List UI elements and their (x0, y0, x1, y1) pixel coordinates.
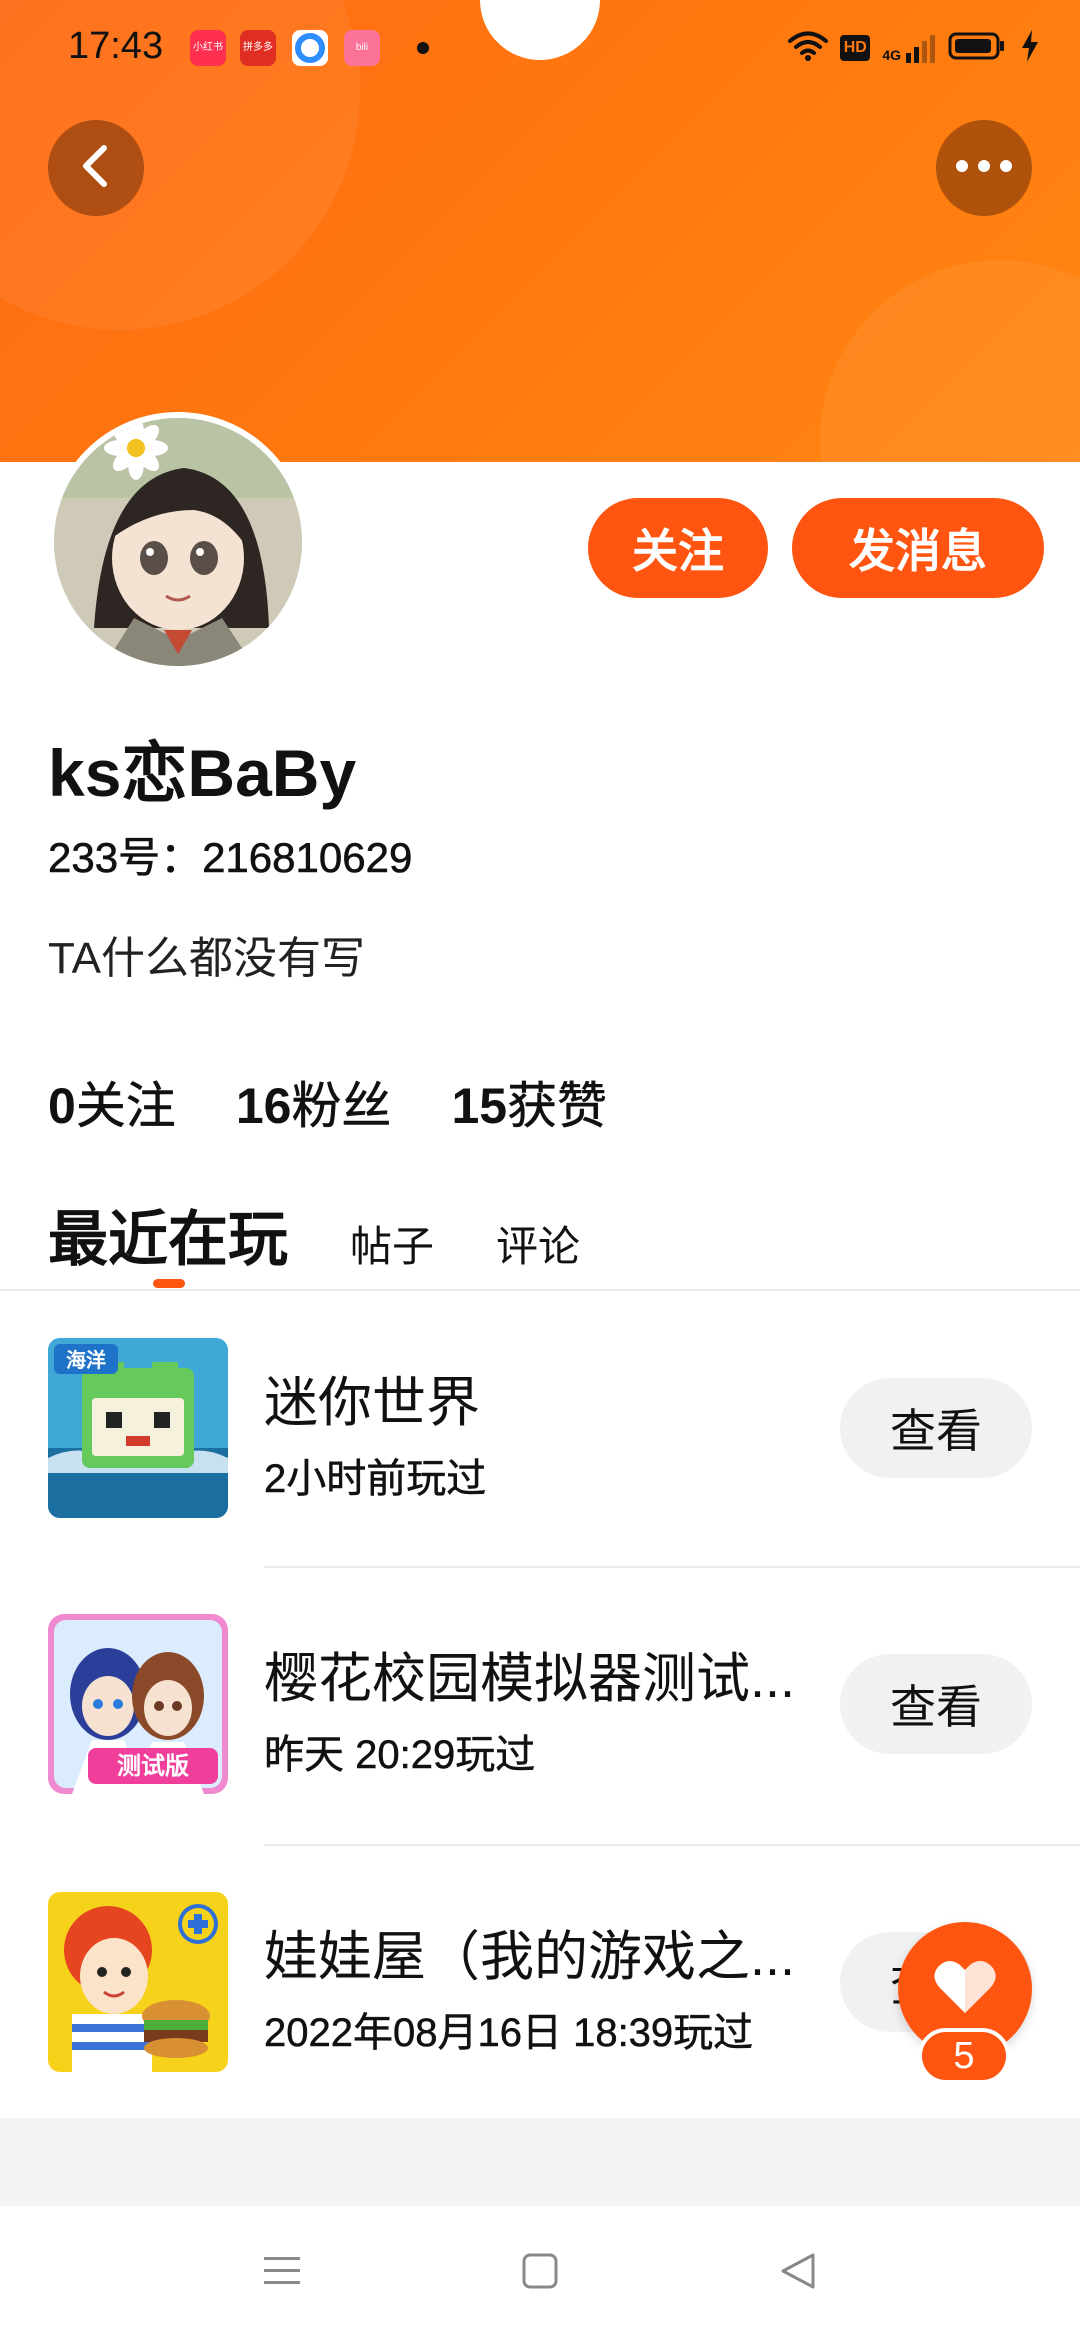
back-button[interactable] (48, 120, 144, 216)
avatar[interactable] (48, 412, 308, 672)
likes-stat[interactable]: 15获赞 (451, 1066, 607, 1138)
tab-recently-played[interactable]: 最近在玩 (48, 1191, 288, 1278)
charging-icon (1020, 29, 1040, 67)
status-indicators: HD 4G (788, 26, 1040, 70)
mini-world-game-icon: 海洋 (48, 1338, 228, 1518)
xiaohongshu-icon: 小红书 (190, 30, 226, 66)
divider (0, 1289, 1080, 1291)
chevron-left-icon (76, 142, 116, 195)
divider (264, 1844, 1080, 1846)
back-nav-button[interactable] (748, 2206, 848, 2340)
pinduoduo-icon: 拼多多 (240, 30, 276, 66)
following-label: 关注 (75, 1078, 177, 1135)
status-time: 17:43 (68, 25, 164, 67)
sakura-school-game-icon: 测试版 (48, 1614, 228, 1794)
bilibili-icon: bili (344, 30, 380, 66)
game-name: 娃娃屋（我的游戏之... (264, 1927, 796, 1987)
game-played-time: 2022年08月16日 18:39玩过 (264, 2011, 754, 2056)
username: ks恋BaBy (48, 736, 357, 810)
recent-apps-button[interactable] (232, 2206, 332, 2340)
view-game-button[interactable]: 查看 (840, 1378, 1032, 1478)
user-id[interactable]: 233号：216810629 (48, 824, 413, 885)
notification-dot (417, 42, 429, 54)
bio: TA什么都没有写 (48, 934, 365, 983)
follow-button[interactable]: 关注 (588, 498, 768, 598)
game-list-item[interactable]: 测试版 樱花校园模拟器测试... 昨天 20:29玩过 查看 (0, 1614, 1080, 1890)
battery-icon (948, 31, 1008, 66)
triangle-back-icon (779, 2251, 817, 2296)
hd-voice-icon: HD (840, 35, 871, 61)
tab-posts[interactable]: 帖子 (350, 1213, 434, 1278)
menu-icon (262, 2253, 302, 2294)
divider (264, 1566, 1080, 1568)
heart-icon (932, 1957, 998, 2022)
header-decoration (820, 260, 1080, 462)
game-list-item[interactable]: 海洋 迷你世界 2小时前玩过 查看 (0, 1338, 1080, 1614)
tab-comments[interactable]: 评论 (496, 1213, 580, 1278)
game-name: 樱花校园模拟器测试... (264, 1649, 796, 1709)
like-count-badge: 5 (918, 2028, 1010, 2084)
followers-label: 粉丝 (291, 1078, 392, 1135)
following-stat[interactable]: 0关注 (48, 1066, 176, 1138)
home-button[interactable] (490, 2206, 590, 2340)
more-games-section (0, 2118, 1080, 2206)
svg-text:测试版: 测试版 (117, 1753, 189, 1780)
browser-icon (292, 30, 328, 66)
followers-count: 16 (235, 1078, 292, 1134)
square-icon (521, 2252, 559, 2295)
view-game-button[interactable]: 查看 (840, 1654, 1032, 1754)
following-count: 0 (48, 1078, 76, 1134)
more-options-button[interactable] (936, 120, 1032, 216)
game-played-time: 昨天 20:29玩过 (264, 1733, 536, 1778)
active-tab-indicator (153, 1279, 185, 1288)
wifi-icon (788, 30, 829, 67)
likes-label: 获赞 (507, 1078, 608, 1135)
send-message-button[interactable]: 发消息 (792, 498, 1044, 598)
game-played-time: 2小时前玩过 (264, 1457, 487, 1502)
profile-stats: 0关注 16粉丝 15获赞 (48, 1066, 607, 1138)
likes-count: 15 (451, 1078, 508, 1134)
cellular-signal-icon: 4G (882, 33, 936, 63)
dollhouse-game-icon (48, 1892, 228, 2072)
system-navigation-bar (0, 2206, 1080, 2340)
more-dots-icon (954, 158, 1014, 179)
svg-text:海洋: 海洋 (66, 1348, 106, 1372)
followers-stat[interactable]: 16粉丝 (236, 1066, 392, 1138)
profile-tabs: 最近在玩 帖子 评论 (48, 1188, 642, 1278)
game-name: 迷你世界 (264, 1373, 480, 1433)
